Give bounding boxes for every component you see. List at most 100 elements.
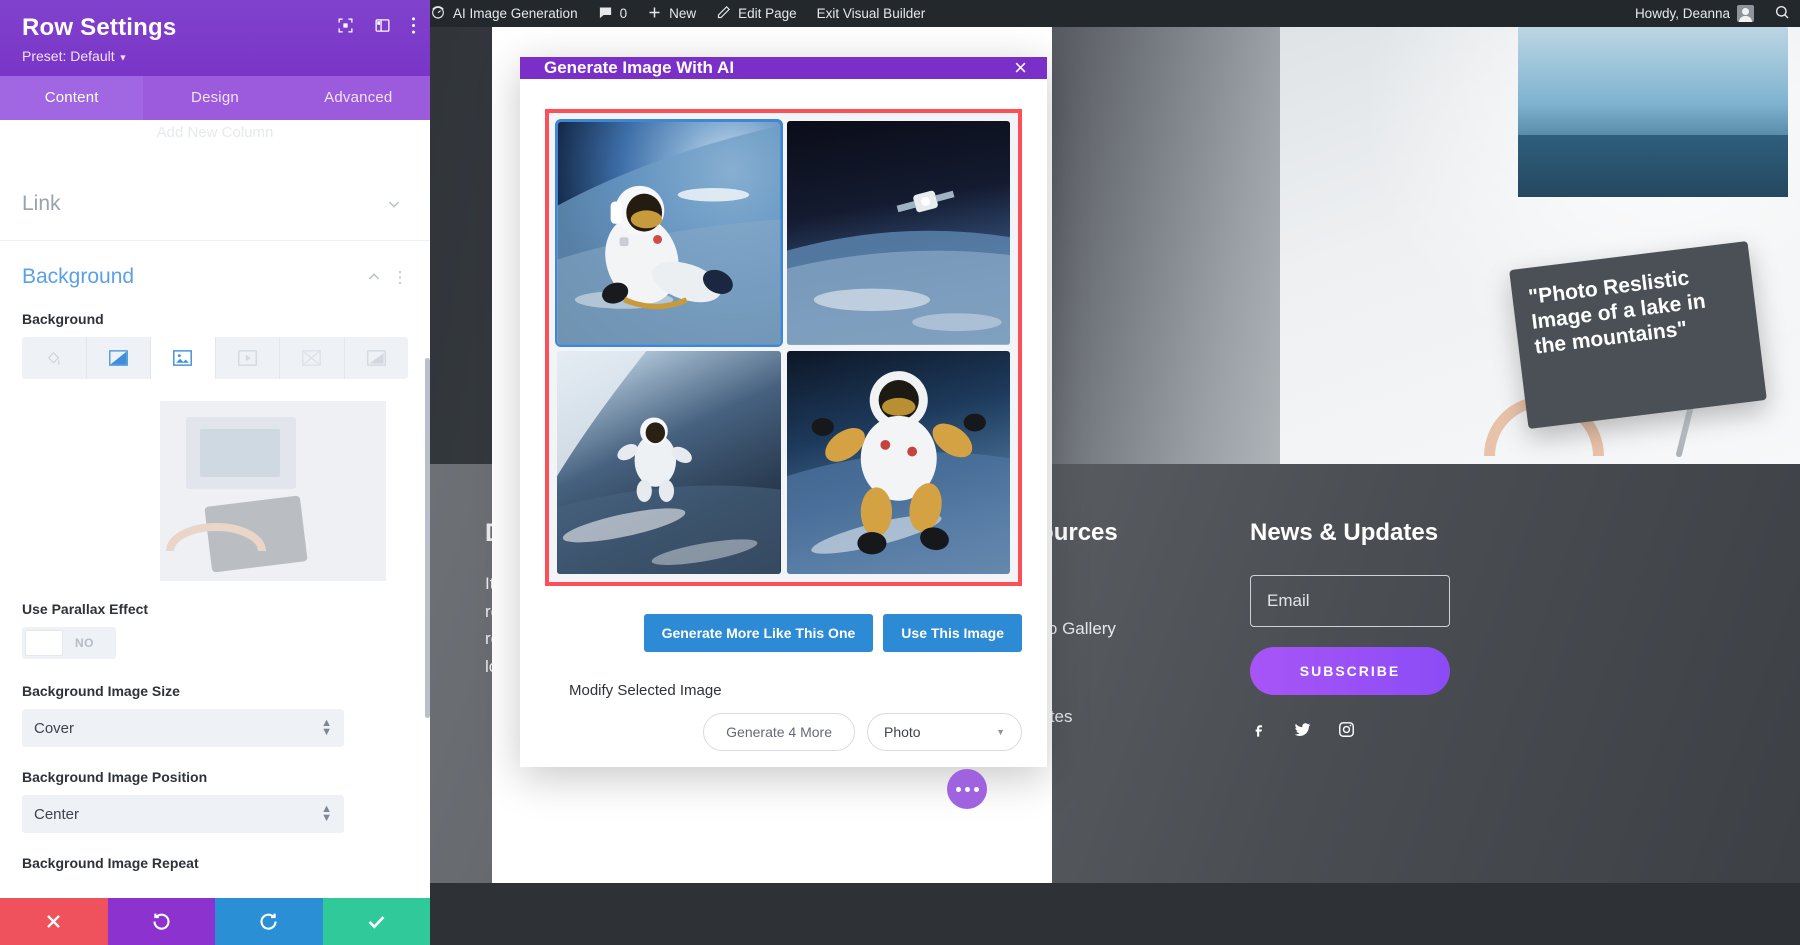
- tab-design[interactable]: Design: [143, 76, 286, 120]
- preset-selector[interactable]: Preset: Default ▼: [22, 48, 408, 64]
- facebook-icon[interactable]: [1250, 721, 1267, 738]
- background-type-tabs: [22, 337, 408, 379]
- discard-button[interactable]: [0, 898, 108, 945]
- chevron-down-icon: [386, 196, 402, 212]
- modal-secondary-actions: Generate 4 More Photo ▼: [545, 699, 1022, 775]
- panel-footer-actions: [0, 898, 430, 945]
- modal-title: Generate Image With AI: [544, 58, 734, 78]
- background-field-block: Background: [0, 295, 430, 379]
- section-background[interactable]: Background: [0, 241, 430, 295]
- footer-column-news: News & Updates Email SUBSCRIBE: [1250, 519, 1450, 738]
- parallax-toggle[interactable]: NO: [22, 627, 116, 659]
- search-icon: [1774, 4, 1790, 23]
- panel-tabs: Content Design Advanced: [0, 76, 430, 120]
- more-vertical-icon: [398, 270, 402, 285]
- subscribe-label: SUBSCRIBE: [1300, 663, 1400, 679]
- exit-visual-builder-label: Exit Visual Builder: [817, 6, 926, 21]
- chevron-down-icon: ▼: [119, 52, 128, 62]
- undo-icon: [151, 911, 172, 932]
- redo-button[interactable]: [215, 898, 323, 945]
- site-icon: [430, 4, 446, 23]
- pencil-icon: [716, 5, 731, 23]
- gradient-icon[interactable]: [87, 337, 152, 379]
- instagram-icon[interactable]: [1338, 721, 1355, 738]
- generate-more-like-this-button[interactable]: Generate More Like This One: [644, 614, 874, 652]
- modal-body: Generate More Like This One Use This Ima…: [520, 79, 1047, 775]
- ai-image-modal: Generate Image With AI ×: [520, 57, 1047, 767]
- bg-image-position-select[interactable]: Center ▲▼: [22, 795, 344, 833]
- ellipsis-icon: [974, 787, 979, 792]
- add-new-column-ghost[interactable]: Add New Column: [0, 120, 430, 146]
- ellipsis-icon: [956, 787, 961, 792]
- subscribe-button[interactable]: SUBSCRIBE: [1250, 647, 1450, 695]
- pattern-icon[interactable]: [280, 337, 345, 379]
- footer-bottom-strip: [375, 883, 1800, 945]
- image-style-select[interactable]: Photo ▼: [867, 713, 1022, 751]
- generated-image-2[interactable]: [787, 121, 1011, 345]
- new-menu[interactable]: New: [637, 0, 706, 27]
- hero-quote-card: "Photo Reslistic Image of a lake in the …: [1509, 241, 1767, 429]
- preset-label: Preset: Default: [22, 48, 115, 64]
- search-button[interactable]: [1764, 0, 1800, 27]
- ellipsis-icon: [965, 787, 970, 792]
- image-grid-highlight: [545, 109, 1022, 586]
- generate-4-more-button[interactable]: Generate 4 More: [703, 713, 855, 751]
- panel-header: Row Settings Preset: Default ▼: [0, 0, 430, 76]
- panel-body: Add New Column Link Background Backgroun…: [0, 120, 430, 898]
- account-menu[interactable]: Howdy, Deanna: [1625, 0, 1764, 27]
- save-button[interactable]: [323, 898, 431, 945]
- video-icon[interactable]: [216, 337, 281, 379]
- toggle-knob: [25, 630, 63, 656]
- background-image-preview[interactable]: [160, 401, 386, 581]
- toggle-value: NO: [75, 636, 94, 650]
- background-field-label: Background: [22, 311, 408, 327]
- chevron-down-icon: ▼: [996, 727, 1005, 737]
- image-icon[interactable]: [151, 337, 216, 379]
- stepper-icon: ▲▼: [321, 805, 332, 823]
- panel-header-icons: [337, 16, 416, 35]
- use-this-image-button[interactable]: Use This Image: [883, 614, 1022, 652]
- modal-header: Generate Image With AI ×: [520, 57, 1047, 79]
- undo-button[interactable]: [108, 898, 216, 945]
- generated-image-1[interactable]: [557, 121, 781, 345]
- exit-visual-builder[interactable]: Exit Visual Builder: [807, 0, 936, 27]
- bg-image-position-value: Center: [34, 806, 79, 823]
- comments-menu[interactable]: 0: [588, 0, 638, 27]
- panel-scrollbar[interactable]: [425, 358, 430, 718]
- bg-image-repeat-field: Background Image Repeat: [0, 833, 430, 871]
- layout-icon[interactable]: [374, 17, 391, 34]
- redo-icon: [258, 911, 279, 932]
- email-input[interactable]: Email: [1250, 575, 1450, 627]
- color-fill-icon[interactable]: [22, 337, 87, 379]
- generated-image-4[interactable]: [787, 351, 1011, 575]
- lake-image: [1518, 27, 1788, 197]
- bg-image-size-value: Cover: [34, 720, 74, 737]
- email-placeholder: Email: [1267, 591, 1310, 611]
- stepper-icon: ▲▼: [321, 719, 332, 737]
- section-background-label: Background: [22, 265, 134, 289]
- section-link-label: Link: [22, 192, 61, 216]
- mask-icon[interactable]: [345, 337, 409, 379]
- bg-image-size-select[interactable]: Cover ▲▼: [22, 709, 344, 747]
- wp-admin-bar: AI Image Generation 0 New Edit Page Exit…: [375, 0, 1800, 27]
- bg-image-repeat-label: Background Image Repeat: [22, 855, 408, 871]
- close-icon[interactable]: ×: [1014, 57, 1027, 79]
- row-settings-panel: Row Settings Preset: Default ▼: [0, 0, 430, 945]
- section-link[interactable]: Link: [0, 168, 430, 241]
- generated-image-3[interactable]: [557, 351, 781, 575]
- tab-content[interactable]: Content: [0, 76, 143, 120]
- focus-icon[interactable]: [337, 17, 354, 34]
- edit-page-menu[interactable]: Edit Page: [706, 0, 807, 27]
- more-vertical-icon[interactable]: [411, 16, 416, 35]
- modal-primary-actions: Generate More Like This One Use This Ima…: [545, 586, 1022, 652]
- new-label: New: [669, 6, 696, 21]
- tab-advanced[interactable]: Advanced: [287, 76, 430, 120]
- site-name-label: AI Image Generation: [453, 6, 578, 21]
- hero-photo: "Photo Reslistic Image of a lake in the …: [1280, 27, 1800, 464]
- modify-selected-image-label: Modify Selected Image: [545, 652, 1022, 699]
- more-options-fab[interactable]: [947, 769, 987, 809]
- site-name-menu[interactable]: AI Image Generation: [420, 0, 588, 27]
- hero-quote-text: "Photo Reslistic Image of a lake in the …: [1527, 266, 1707, 358]
- twitter-icon[interactable]: [1293, 721, 1312, 738]
- bg-image-position-label: Background Image Position: [22, 769, 408, 785]
